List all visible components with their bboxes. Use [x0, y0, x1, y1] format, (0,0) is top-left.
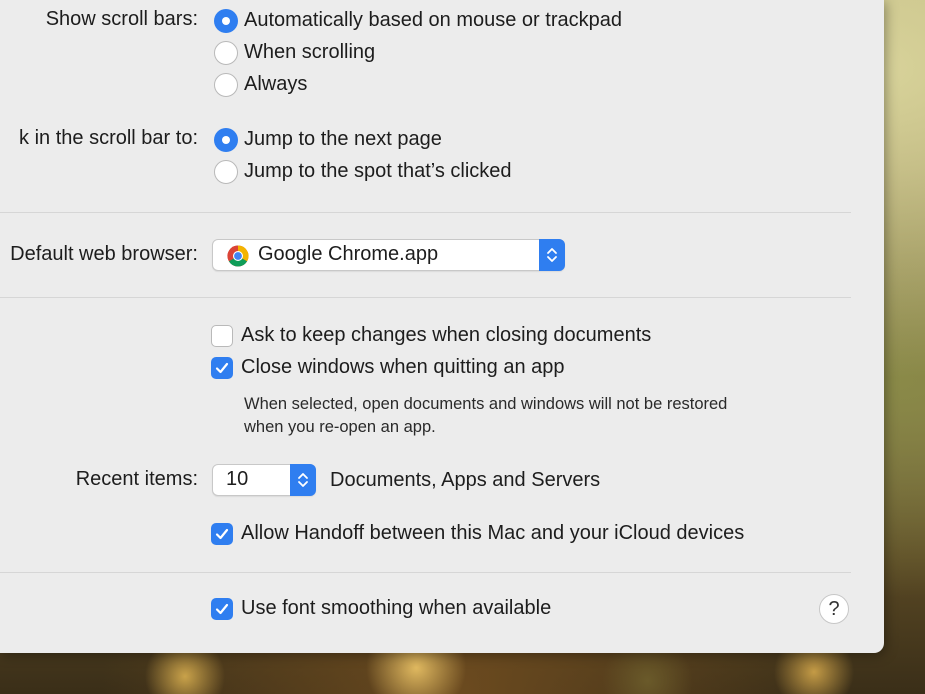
ask-keep-changes-label[interactable]: Ask to keep changes when closing documen… [241, 324, 651, 347]
section-divider [0, 212, 851, 213]
section-divider [0, 572, 851, 573]
popup-chevron-icon [290, 464, 316, 496]
section-divider [0, 297, 851, 298]
ask-keep-changes-checkbox[interactable] [211, 325, 233, 347]
default-browser-label: Default web browser: [10, 243, 198, 265]
help-button[interactable]: ? [819, 594, 849, 624]
recent-items-popup[interactable]: 10 [212, 464, 316, 496]
close-windows-checkbox[interactable] [211, 357, 233, 379]
scroll-bars-label: Show scroll bars: [45, 8, 198, 30]
close-windows-note-line2: when you re-open an app. [244, 418, 436, 436]
radio-automatically-label[interactable]: Automatically based on mouse or trackpad [244, 9, 622, 32]
handoff-checkbox[interactable] [211, 523, 233, 545]
radio-always-label[interactable]: Always [244, 73, 307, 96]
chrome-icon [227, 245, 249, 267]
recent-items-suffix: Documents, Apps and Servers [330, 469, 601, 491]
desktop-wallpaper [0, 650, 925, 694]
font-smoothing-checkbox[interactable] [211, 598, 233, 620]
default-browser-popup[interactable]: Google Chrome.app [212, 239, 565, 271]
radio-jump-to-spot[interactable] [214, 160, 238, 184]
font-smoothing-label[interactable]: Use font smoothing when available [241, 597, 551, 620]
general-preferences-window: Show scroll bars: Automatically based on… [0, 0, 884, 653]
default-browser-value: Google Chrome.app [258, 243, 439, 265]
close-windows-label[interactable]: Close windows when quitting an app [241, 356, 565, 379]
radio-automatically[interactable] [214, 9, 238, 33]
recent-items-value: 10 [226, 468, 249, 490]
radio-when-scrolling[interactable] [214, 41, 238, 65]
radio-always[interactable] [214, 73, 238, 97]
click-scroll-bar-label: k in the scroll bar to: [19, 127, 198, 149]
handoff-label[interactable]: Allow Handoff between this Mac and your … [241, 522, 744, 545]
radio-when-scrolling-label[interactable]: When scrolling [244, 41, 375, 64]
close-windows-note-line1: When selected, open documents and window… [244, 395, 728, 413]
recent-items-label: Recent items: [75, 468, 198, 490]
radio-jump-next-page[interactable] [214, 128, 238, 152]
radio-jump-to-spot-label[interactable]: Jump to the spot that’s clicked [244, 160, 512, 183]
popup-chevron-icon [539, 239, 565, 271]
radio-jump-next-page-label[interactable]: Jump to the next page [244, 128, 442, 151]
